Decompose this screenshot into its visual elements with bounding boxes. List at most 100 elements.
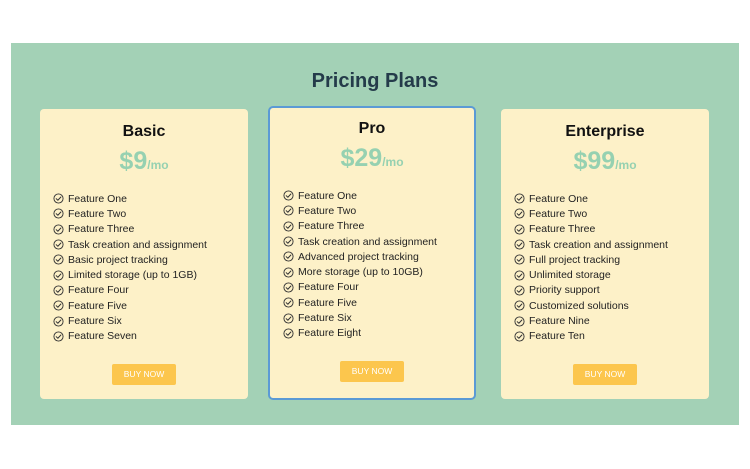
- check-circle-icon: [283, 267, 294, 278]
- feature-list: Feature One Feature Two Feature Three Task …: [53, 191, 207, 344]
- feature-item: Feature Eight: [283, 326, 437, 341]
- feature-item: Basic project tracking: [53, 252, 207, 267]
- feature-label: Feature One: [529, 192, 588, 205]
- feature-item: Feature Five: [283, 295, 437, 310]
- check-circle-icon: [283, 205, 294, 216]
- feature-item: Feature Three: [514, 222, 668, 237]
- check-circle-icon: [53, 270, 64, 281]
- check-circle-icon: [283, 251, 294, 262]
- buy-now-button-basic[interactable]: BUY NOW: [112, 364, 176, 385]
- plan-card-pro: Pro $29/mo Feature One Feature Two Feature…: [268, 106, 476, 400]
- check-circle-icon: [53, 285, 64, 296]
- check-circle-icon: [514, 300, 525, 311]
- plan-name: Pro: [358, 120, 386, 137]
- feature-item: Task creation and assignment: [283, 234, 437, 249]
- plan-name: Basic: [122, 123, 166, 140]
- feature-label: Feature Two: [68, 207, 127, 220]
- feature-list: Feature One Feature Two Feature Three Task …: [283, 188, 437, 341]
- feature-item: Full project tracking: [514, 252, 668, 267]
- feature-item: Task creation and assignment: [514, 237, 668, 252]
- check-circle-icon: [283, 236, 294, 247]
- feature-label: Feature Seven: [68, 330, 137, 343]
- check-circle-icon: [514, 315, 525, 327]
- feature-label: Task creation and assignment: [298, 235, 437, 248]
- check-circle-icon: [283, 312, 294, 324]
- feature-label: More storage (up to 10GB): [298, 266, 423, 279]
- feature-item: More storage (up to 10GB): [283, 264, 437, 279]
- feature-label: Full project tracking: [529, 253, 621, 266]
- feature-item: Feature One: [514, 191, 668, 206]
- check-circle-icon: [514, 254, 525, 265]
- feature-label: Feature One: [298, 189, 357, 202]
- feature-label: Unlimited storage: [529, 269, 611, 282]
- feature-item: Feature Seven: [53, 329, 207, 344]
- feature-item: Feature Five: [53, 298, 207, 313]
- feature-item: Limited storage (up to 1GB): [53, 267, 207, 282]
- feature-label: Feature Nine: [529, 315, 590, 328]
- check-circle-icon: [514, 193, 525, 204]
- check-circle-icon: [514, 331, 525, 342]
- plan-card-basic: Basic $9/mo Feature One Feature Two Featur…: [40, 109, 248, 399]
- buy-now-button-enterprise[interactable]: BUY NOW: [573, 364, 637, 385]
- plan-price: $99/mo: [501, 147, 709, 176]
- page-title: Pricing Plans: [311, 70, 439, 92]
- plan-card-enterprise: Enterprise $99/mo Feature One Feature Two…: [501, 109, 709, 399]
- feature-label: Feature Two: [529, 207, 588, 220]
- feature-label: Feature Two: [298, 204, 357, 217]
- feature-label: Feature Ten: [529, 330, 585, 343]
- plan-price: $9/mo: [40, 147, 248, 176]
- feature-item: Feature Ten: [514, 329, 668, 344]
- pricing-section: Pricing Plans Basic $9/mo Feature One Fea…: [11, 43, 739, 425]
- check-circle-icon: [283, 297, 294, 308]
- check-circle-icon: [53, 254, 64, 265]
- feature-label: Advanced project tracking: [298, 250, 419, 263]
- feature-item: Feature Two: [514, 206, 668, 221]
- feature-label: Basic project tracking: [68, 253, 168, 266]
- feature-item: Priority support: [514, 283, 668, 298]
- buy-now-button-pro[interactable]: BUY NOW: [340, 361, 404, 382]
- feature-item: Task creation and assignment: [53, 237, 207, 252]
- feature-label: Feature Six: [68, 315, 122, 328]
- feature-label: Feature Three: [298, 220, 365, 233]
- feature-label: Feature Five: [298, 296, 357, 309]
- price-period: /mo: [382, 155, 404, 169]
- check-circle-icon: [514, 239, 525, 250]
- feature-label: Limited storage (up to 1GB): [68, 269, 197, 282]
- check-circle-icon: [514, 270, 525, 281]
- feature-item: Feature Three: [283, 219, 437, 234]
- price-amount: $9: [119, 147, 148, 175]
- plan-name: Enterprise: [565, 123, 645, 140]
- feature-item: Feature Three: [53, 222, 207, 237]
- feature-item: Advanced project tracking: [283, 249, 437, 264]
- feature-item: Feature Four: [53, 283, 207, 298]
- check-circle-icon: [514, 208, 525, 219]
- price-amount: $99: [573, 147, 616, 175]
- feature-label: Task creation and assignment: [68, 238, 207, 251]
- check-circle-icon: [283, 221, 294, 232]
- check-circle-icon: [53, 193, 64, 204]
- check-circle-icon: [283, 190, 294, 201]
- feature-item: Feature Two: [53, 206, 207, 221]
- feature-label: Task creation and assignment: [529, 238, 668, 251]
- feature-label: Customized solutions: [529, 299, 629, 312]
- feature-list: Feature One Feature Two Feature Three Task …: [514, 191, 668, 344]
- price-amount: $29: [340, 144, 383, 172]
- check-circle-icon: [283, 282, 294, 293]
- feature-item: Feature Nine: [514, 313, 668, 328]
- feature-label: Feature Six: [298, 312, 352, 325]
- feature-item: Feature Two: [283, 203, 437, 218]
- check-circle-icon: [53, 331, 64, 342]
- check-circle-icon: [53, 300, 64, 311]
- feature-item: Unlimited storage: [514, 267, 668, 282]
- feature-item: Feature Six: [53, 313, 207, 328]
- check-circle-icon: [283, 328, 294, 339]
- feature-label: Feature Three: [529, 223, 596, 236]
- plan-price: $29/mo: [270, 144, 474, 173]
- feature-item: Customized solutions: [514, 298, 668, 313]
- feature-label: Feature Four: [298, 281, 359, 294]
- feature-item: Feature Four: [283, 280, 437, 295]
- feature-label: Feature One: [68, 192, 127, 205]
- price-period: /mo: [615, 158, 637, 172]
- check-circle-icon: [53, 224, 64, 235]
- check-circle-icon: [53, 239, 64, 250]
